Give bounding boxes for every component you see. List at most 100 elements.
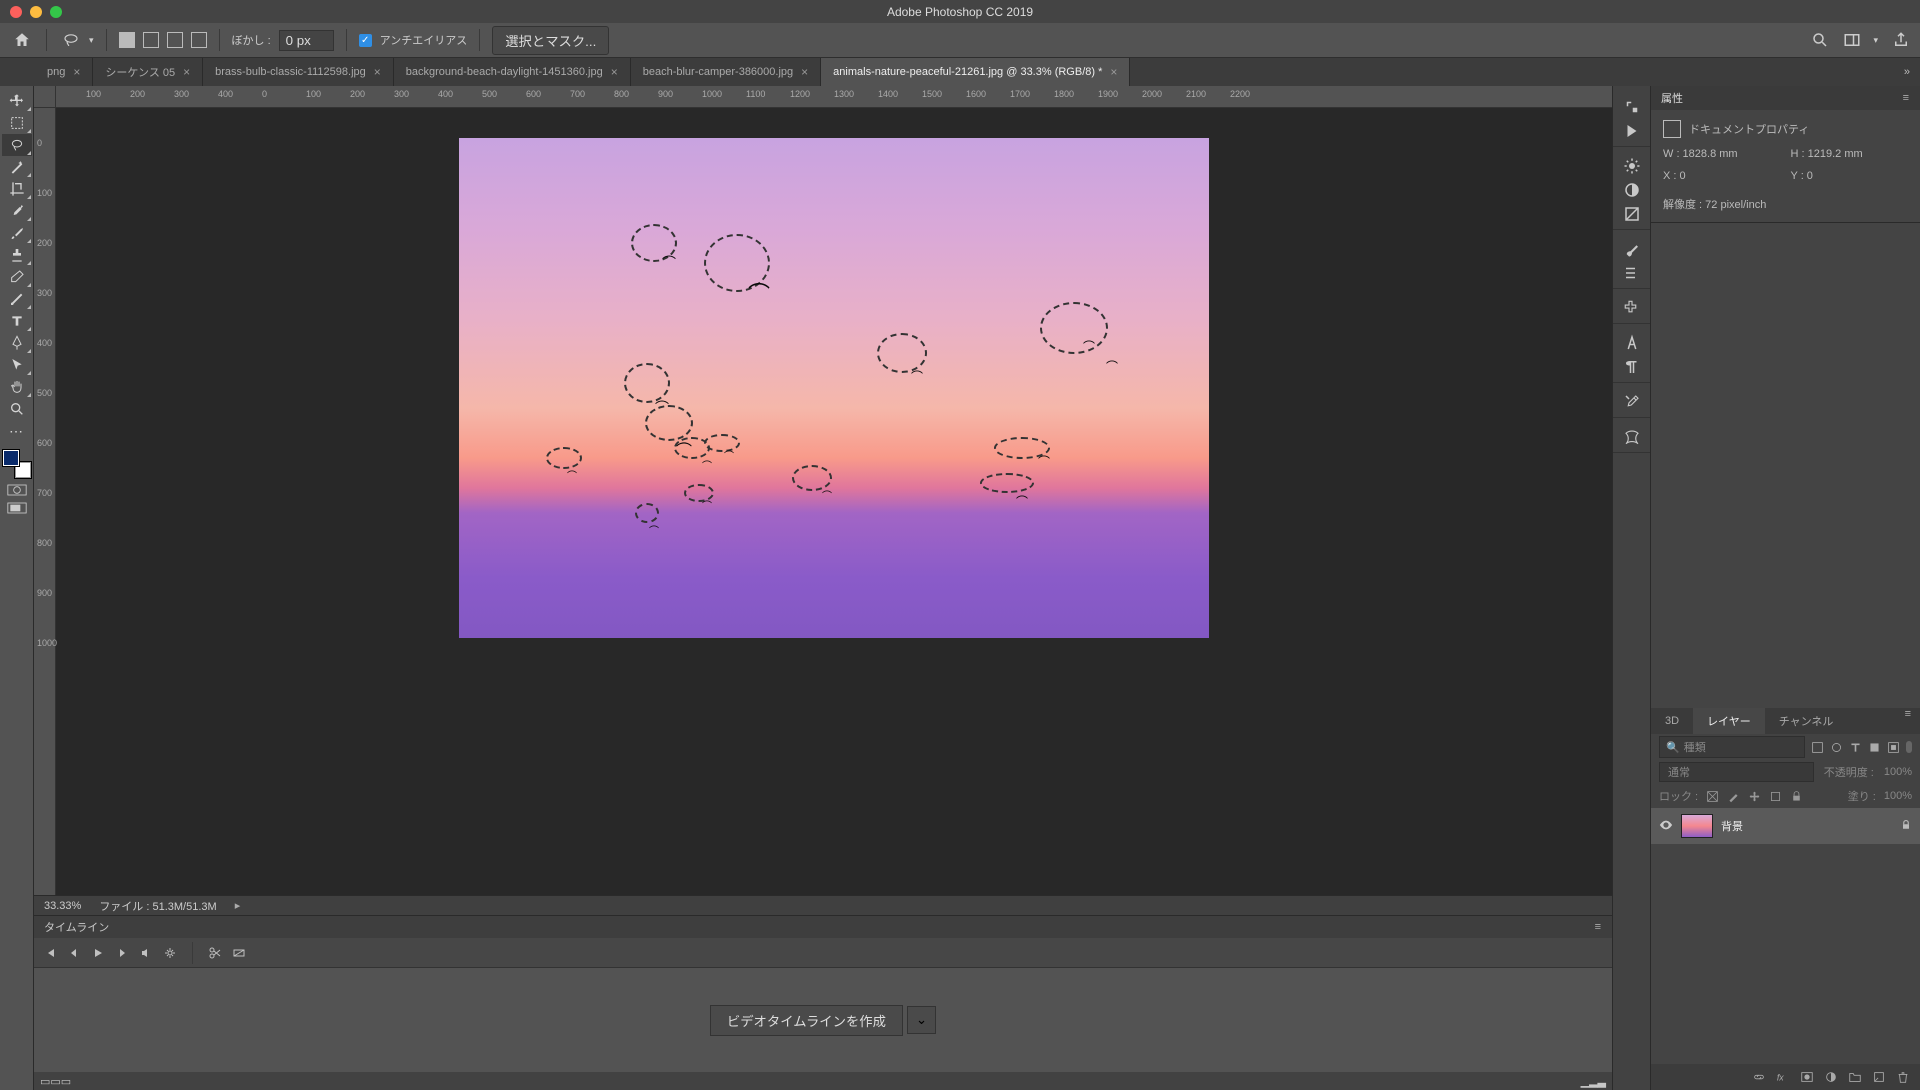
gradient-tool[interactable] <box>2 288 32 310</box>
filter-type-icon[interactable] <box>1849 741 1862 754</box>
new-layer-icon[interactable] <box>1872 1070 1886 1084</box>
search-icon[interactable] <box>1811 31 1829 49</box>
select-new-icon[interactable] <box>119 32 135 48</box>
create-video-timeline-button[interactable]: ビデオタイムラインを作成 <box>710 1005 903 1036</box>
lasso-tool[interactable] <box>2 134 32 156</box>
brush-settings-icon[interactable] <box>1623 264 1641 282</box>
move-tool[interactable] <box>2 90 32 112</box>
panel-menu-icon[interactable]: ≡ <box>1897 708 1920 734</box>
filter-shape-icon[interactable] <box>1868 741 1881 754</box>
select-intersect-icon[interactable] <box>191 32 207 48</box>
history-panel-icon[interactable] <box>1623 98 1641 116</box>
visibility-toggle-icon[interactable] <box>1659 818 1673 835</box>
vertical-ruler[interactable]: 01002003004005006007008009001000 <box>34 108 56 895</box>
eyedropper-tool[interactable] <box>2 200 32 222</box>
antialias-checkbox[interactable]: ✓ <box>359 34 372 47</box>
lock-artboard-icon[interactable] <box>1769 790 1782 803</box>
hand-tool[interactable] <box>2 376 32 398</box>
type-tool[interactable] <box>2 310 32 332</box>
select-subtract-icon[interactable] <box>167 32 183 48</box>
close-icon[interactable]: × <box>1110 65 1117 79</box>
tool-preset-chevron-icon[interactable]: ▾ <box>89 35 94 46</box>
path-select-tool[interactable] <box>2 354 32 376</box>
layer-filter-select[interactable]: 🔍種類 <box>1659 736 1805 758</box>
tab-beach-bg[interactable]: background-beach-daylight-1451360.jpg× <box>394 58 631 86</box>
brush-presets-icon[interactable] <box>1623 240 1641 258</box>
layer-name[interactable]: 背景 <box>1721 818 1892 834</box>
lock-paint-icon[interactable] <box>1727 790 1740 803</box>
opacity-value[interactable]: 100% <box>1884 766 1912 778</box>
close-icon[interactable]: × <box>611 65 618 79</box>
prev-frame-icon[interactable] <box>68 947 80 959</box>
share-icon[interactable] <box>1892 31 1910 49</box>
fx-icon[interactable]: fx <box>1776 1070 1790 1084</box>
actions-panel-icon[interactable] <box>1623 122 1641 140</box>
transition-icon[interactable] <box>233 947 245 959</box>
close-icon[interactable]: × <box>801 65 808 79</box>
zoom-tool[interactable] <box>2 398 32 420</box>
libraries-panel-icon[interactable] <box>1623 428 1641 446</box>
group-icon[interactable] <box>1848 1070 1862 1084</box>
next-frame-icon[interactable] <box>116 947 128 959</box>
styles-panel-icon[interactable] <box>1623 205 1641 223</box>
settings-gear-icon[interactable] <box>164 947 176 959</box>
crop-tool[interactable] <box>2 178 32 200</box>
zoom-readout[interactable]: 33.33% <box>44 900 81 912</box>
clone-source-icon[interactable] <box>1623 299 1641 317</box>
tab-channels[interactable]: チャンネル <box>1765 708 1848 734</box>
minimize-window-button[interactable] <box>30 6 42 18</box>
close-icon[interactable]: × <box>73 65 80 79</box>
select-and-mask-button[interactable]: 選択とマスク... <box>492 26 609 55</box>
pen-tool[interactable] <box>2 332 32 354</box>
tab-beach-blur[interactable]: beach-blur-camper-386000.jpg× <box>631 58 821 86</box>
adjust-panel-icon[interactable] <box>1623 181 1641 199</box>
zoom-slider[interactable]: ▁▂▃ <box>1581 1075 1606 1088</box>
document-image[interactable]: ︵︵︵︵︵︵︵︵︵︵︵︵︵︵︵ <box>459 138 1209 638</box>
trash-icon[interactable] <box>1896 1070 1910 1084</box>
foreground-color[interactable] <box>3 450 19 466</box>
color-swatches[interactable] <box>3 450 31 478</box>
close-icon[interactable]: × <box>374 65 381 79</box>
layer-thumbnail[interactable] <box>1681 814 1713 838</box>
brightness-panel-icon[interactable] <box>1623 157 1641 175</box>
panel-menu-icon[interactable]: ≡ <box>1595 921 1602 933</box>
close-icon[interactable]: × <box>183 65 190 79</box>
audio-icon[interactable] <box>140 947 152 959</box>
tab-brass[interactable]: brass-bulb-classic-1112598.jpg× <box>203 58 394 86</box>
go-first-icon[interactable] <box>44 947 56 959</box>
tab-layers[interactable]: レイヤー <box>1693 708 1765 734</box>
home-icon[interactable] <box>10 28 34 52</box>
link-layers-icon[interactable] <box>1752 1070 1766 1084</box>
lock-icon[interactable] <box>1900 819 1912 834</box>
layer-row-background[interactable]: 背景 <box>1651 808 1920 844</box>
character-panel-icon[interactable] <box>1623 334 1641 352</box>
tab-3d[interactable]: 3D <box>1651 708 1693 734</box>
fill-value[interactable]: 100% <box>1884 790 1912 802</box>
canvas[interactable]: ︵︵︵︵︵︵︵︵︵︵︵︵︵︵︵ <box>56 108 1612 895</box>
maximize-window-button[interactable] <box>50 6 62 18</box>
lock-pixels-icon[interactable] <box>1706 790 1719 803</box>
timeline-type-chevron-icon[interactable]: ⌄ <box>907 1006 936 1034</box>
tools-panel-icon[interactable] <box>1623 393 1641 411</box>
play-icon[interactable] <box>92 947 104 959</box>
workspace-icon[interactable] <box>1843 31 1861 49</box>
tab-png[interactable]: png× <box>35 58 93 86</box>
lock-all-icon[interactable] <box>1790 790 1803 803</box>
scissors-icon[interactable] <box>209 947 221 959</box>
horizontal-ruler[interactable]: 1002003004000100200300400500600700800900… <box>56 86 1612 108</box>
blend-mode-select[interactable]: 通常 <box>1659 762 1814 782</box>
stamp-tool[interactable] <box>2 244 32 266</box>
filter-adjust-icon[interactable] <box>1830 741 1843 754</box>
filter-toggle[interactable] <box>1906 741 1912 753</box>
ruler-origin[interactable] <box>34 86 56 108</box>
workspace-chevron-icon[interactable]: ▾ <box>1873 35 1878 46</box>
tab-sequence[interactable]: シーケンス 05× <box>93 58 203 86</box>
select-add-icon[interactable] <box>143 32 159 48</box>
tab-overflow-button[interactable]: » <box>1894 58 1920 86</box>
lasso-tool-icon[interactable] <box>59 28 83 52</box>
lock-position-icon[interactable] <box>1748 790 1761 803</box>
quickmask-toggle[interactable] <box>7 484 27 496</box>
magic-wand-tool[interactable] <box>2 156 32 178</box>
status-chevron-icon[interactable]: ▸ <box>235 899 241 912</box>
screenmode-toggle[interactable] <box>7 502 27 514</box>
